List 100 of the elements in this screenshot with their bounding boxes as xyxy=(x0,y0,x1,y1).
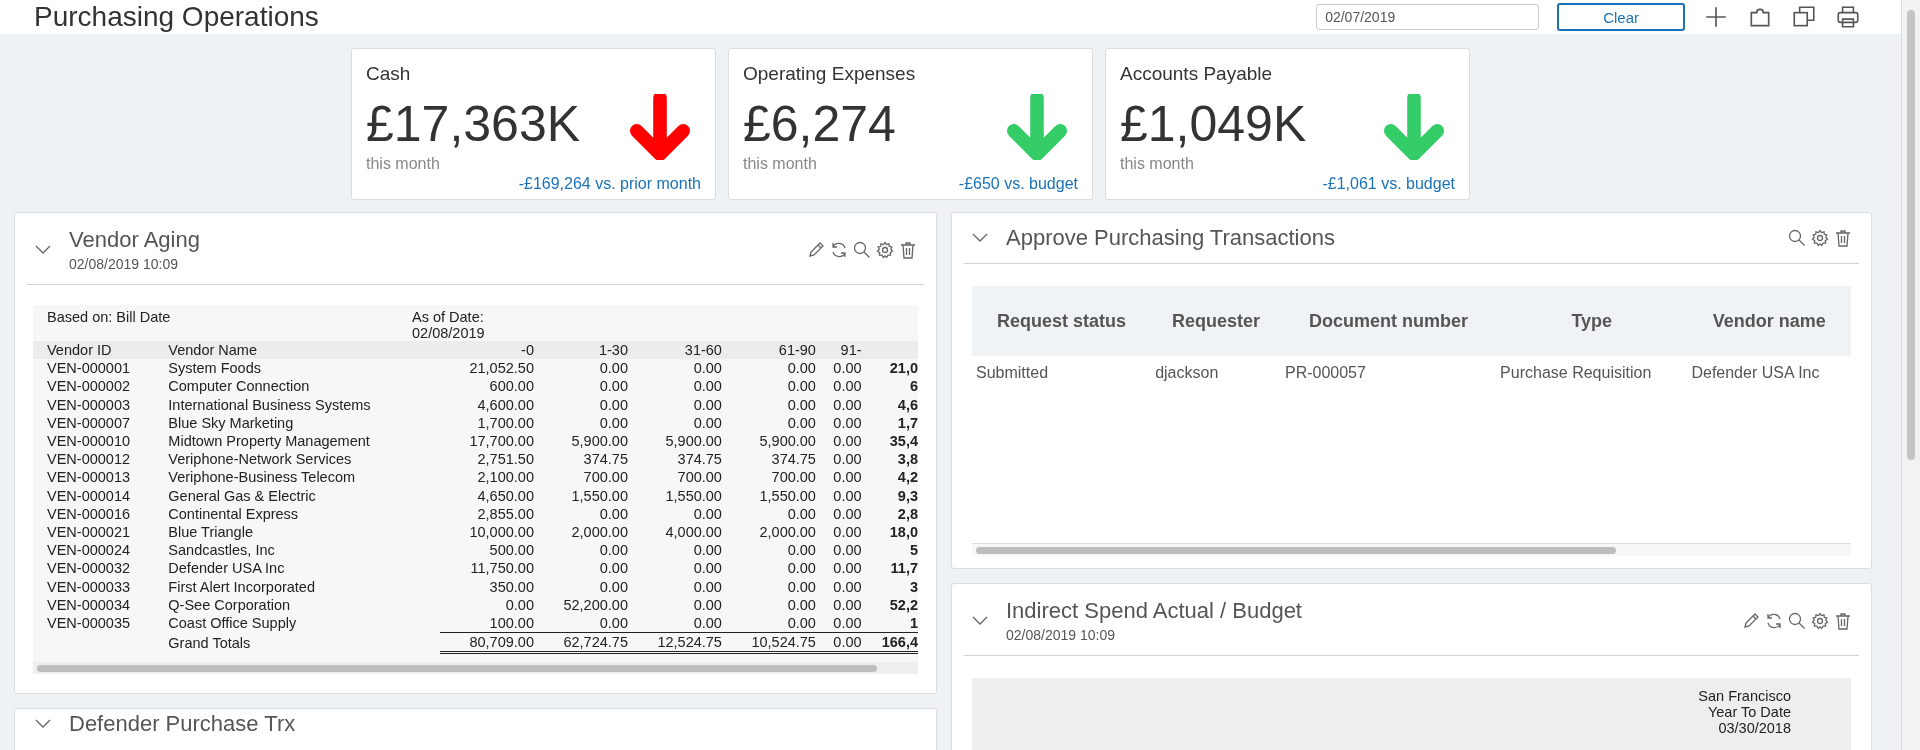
print-icon[interactable] xyxy=(1835,4,1861,30)
total-cell: 166,4 xyxy=(861,632,918,653)
panel-title: Indirect Spend Actual / Budget xyxy=(1006,598,1303,624)
table-cell: 0.00 xyxy=(627,559,722,578)
table-cell: 0.00 xyxy=(533,577,628,596)
table-cell: 0.00 xyxy=(721,359,816,378)
kpi-comparison: -£1,061 vs. budget xyxy=(1322,175,1455,194)
table-cell-text: VEN-000003 xyxy=(46,395,132,414)
table-cell: 0.00 xyxy=(627,413,722,432)
table-cell-text: 4,600.00 xyxy=(476,395,534,414)
table-cell-text: Veriphone-Network Services xyxy=(167,450,353,469)
table-cell-text: Blue Triangle xyxy=(167,523,254,542)
column-header: -0 xyxy=(440,341,534,360)
table-cell-text: VEN-000014 xyxy=(46,486,132,505)
table-cell-text: 600.00 xyxy=(488,377,534,396)
column-header[interactable]: Requester xyxy=(1151,286,1281,356)
table-cell: 0.00 xyxy=(815,614,862,633)
table-cell: 4,000.00 xyxy=(627,523,722,542)
table-cell-text: 500.00 xyxy=(488,541,534,560)
table-cell: 0.00 xyxy=(627,359,722,378)
table-cell-text: 35,4 xyxy=(888,432,918,451)
panel-title: Vendor Aging xyxy=(69,227,201,253)
table-cell: 21,0 xyxy=(861,359,918,378)
table-cell: 0.00 xyxy=(815,595,862,615)
trash-icon[interactable] xyxy=(898,239,918,260)
table-cell: 0.00 xyxy=(815,486,862,505)
table-cell-text: VEN-000013 xyxy=(46,468,132,487)
as-of-date: 02/08/2019 xyxy=(412,325,486,341)
table-cell: 0.00 xyxy=(721,541,816,560)
chevron-down-icon[interactable] xyxy=(35,244,51,255)
table-cell: 374.75 xyxy=(721,450,816,469)
table-cell: 21,052.50 xyxy=(440,359,534,378)
table-cell: 0.00 xyxy=(627,577,722,596)
table-cell: 700.00 xyxy=(721,468,816,487)
column-header[interactable]: Type xyxy=(1496,286,1688,356)
table-cell: 100.00 xyxy=(440,614,534,633)
table-cell: 0.00 xyxy=(721,377,816,396)
settings-icon[interactable] xyxy=(875,239,895,260)
table-cell-text: 2,8 xyxy=(896,504,918,524)
based-on-label: Based on: Bill Date xyxy=(47,309,172,327)
trash-icon[interactable] xyxy=(1833,228,1853,248)
table-cell-text: 17,700.00 xyxy=(468,432,534,451)
kpi-comparison: -£169,264 vs. prior month xyxy=(518,175,701,194)
clear-button[interactable]: Clear xyxy=(1557,3,1685,31)
table-cell: 0.00 xyxy=(815,450,862,469)
trash-icon[interactable] xyxy=(1833,610,1853,631)
chevron-down-icon[interactable] xyxy=(35,719,51,729)
date-field[interactable]: 02/07/2019 xyxy=(1316,4,1540,30)
search-icon[interactable] xyxy=(1787,610,1807,631)
table-cell: 0.00 xyxy=(533,413,628,432)
table-cell-text: 10,000.00 xyxy=(468,523,534,542)
table-cell-text: VEN-000012 xyxy=(46,450,132,469)
column-header[interactable]: Request status xyxy=(972,286,1152,356)
table-cell-text: 6 xyxy=(908,377,918,396)
table-cell: 700.00 xyxy=(627,468,722,487)
search-icon[interactable] xyxy=(1787,228,1807,248)
table-cell-text: 3 xyxy=(908,577,918,596)
table-cell: 0.00 xyxy=(533,359,628,378)
table-cell-text: Continental Express xyxy=(167,504,300,524)
scrollbar-thumb[interactable] xyxy=(1907,10,1915,460)
table-cell: 52,200.00 xyxy=(533,595,628,615)
table-cell-text: VEN-000035 xyxy=(46,614,132,633)
column-header[interactable]: Vendor name xyxy=(1687,286,1851,356)
table-cell-text: VEN-000032 xyxy=(46,559,132,578)
table-cell: Coast Office Supply xyxy=(162,614,440,633)
table-cell: 0.00 xyxy=(815,468,862,487)
table-cell-text: 9,3 xyxy=(896,486,918,505)
table-cell: Submitted xyxy=(972,356,1152,390)
table-cell: 0.00 xyxy=(627,377,722,396)
search-icon[interactable] xyxy=(852,239,872,260)
scrollbar-thumb[interactable] xyxy=(976,546,1616,554)
table-cell-text: General Gas & Electric xyxy=(167,486,317,505)
kpi-title: Operating Expenses xyxy=(743,63,917,86)
table-cell: 0.00 xyxy=(721,614,816,633)
panel-title: Approve Purchasing Transactions xyxy=(1006,225,1336,251)
table-cell-text: Q-See Corporation xyxy=(167,595,292,615)
settings-icon[interactable] xyxy=(1810,228,1830,248)
table-cell-text: 350.00 xyxy=(488,577,534,596)
table-cell-text: 2,100.00 xyxy=(476,468,534,487)
table-cell: Defender USA Inc xyxy=(1687,356,1851,390)
table-cell: 0.00 xyxy=(815,523,862,542)
settings-icon[interactable] xyxy=(1810,610,1830,631)
table-cell-text: 4,650.00 xyxy=(476,486,534,505)
plus-icon[interactable] xyxy=(1703,4,1729,30)
table-cell: System Foods xyxy=(162,359,440,378)
table-cell: 0.00 xyxy=(721,559,816,578)
table-cell: VEN-000001 xyxy=(33,359,163,378)
table-cell: 0.00 xyxy=(815,541,862,560)
chevron-down-icon[interactable] xyxy=(972,233,988,243)
table-cell: 0.00 xyxy=(627,504,722,524)
chevron-down-icon[interactable] xyxy=(972,615,988,626)
kpi-period: this month xyxy=(366,155,441,174)
scrollbar-thumb[interactable] xyxy=(37,664,877,672)
kpi-period: this month xyxy=(743,155,818,174)
table-cell: 5,900.00 xyxy=(721,432,816,451)
table-cell: 5,900.00 xyxy=(533,432,628,451)
table-cell: 1 xyxy=(861,614,918,633)
kpi-title: Cash xyxy=(366,63,412,86)
column-header[interactable]: Document number xyxy=(1280,286,1497,356)
table-cell: 1,550.00 xyxy=(533,486,628,505)
